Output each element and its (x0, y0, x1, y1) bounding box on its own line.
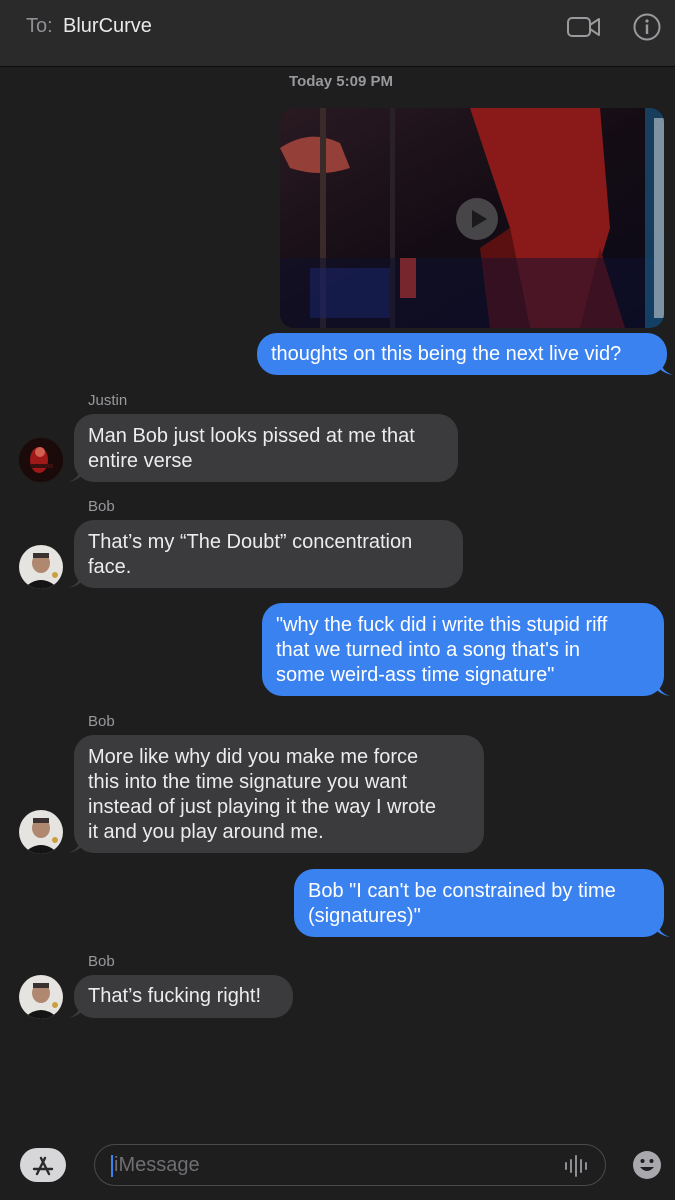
sender-name: Bob (88, 953, 115, 970)
conversation-header: To: BlurCurve (0, 0, 675, 67)
message-input[interactable]: iMessage (94, 1144, 606, 1186)
bubble-tail (652, 682, 670, 696)
info-icon[interactable] (632, 12, 662, 47)
message-bubble[interactable]: More like why did you make me force this… (68, 735, 484, 853)
avatar[interactable] (19, 545, 63, 589)
to-label: To: (26, 15, 53, 37)
avatar[interactable] (19, 810, 63, 854)
emoji-icon[interactable] (632, 1150, 662, 1185)
play-icon (472, 210, 487, 228)
avatar-image (19, 810, 63, 854)
message-text: More like why did you make me force (88, 746, 419, 768)
message-text: Man Bob just looks pissed at me that (88, 425, 415, 447)
message-timestamp: Today 5:09 PM (289, 73, 393, 90)
avatar[interactable] (19, 975, 63, 1019)
message-text: (signatures)" (308, 905, 421, 927)
video-camera-icon[interactable] (566, 13, 602, 46)
message-text: instead of just playing it the way I wro… (88, 796, 436, 818)
bubble-tail (68, 574, 86, 588)
message-bubble[interactable]: That’s fucking right! (68, 975, 293, 1018)
avatar-image (19, 975, 63, 1019)
app-store-button[interactable] (20, 1148, 66, 1182)
video-attachment[interactable] (280, 108, 664, 328)
text-cursor (111, 1155, 113, 1177)
message-text: this into the time signature you want (88, 771, 408, 793)
message-bubble[interactable]: That’s my “The Doubt” concentration face… (68, 520, 463, 588)
message-bubble[interactable]: thoughts on this being the next live vid… (257, 333, 673, 375)
message-bubble[interactable]: Man Bob just looks pissed at me that ent… (68, 414, 458, 482)
avatar-image (19, 545, 63, 589)
message-text: face. (88, 556, 132, 578)
app-store-icon (32, 1156, 54, 1176)
bubble-tail (655, 361, 673, 375)
recipient-name[interactable]: BlurCurve (63, 15, 152, 38)
message-text: entire verse (88, 450, 193, 472)
message-text: it and you play around me. (88, 821, 324, 843)
message-text: thoughts on this being the next live vid… (271, 343, 622, 365)
bubble-tail (68, 1004, 86, 1018)
input-placeholder: iMessage (114, 1154, 200, 1176)
audio-waveform-icon[interactable] (563, 1155, 589, 1182)
avatar[interactable] (19, 438, 63, 482)
message-text: that we turned into a song that's in (276, 639, 581, 661)
bubble-tail (68, 839, 86, 853)
message-text: "why the fuck did i write this stupid ri… (276, 614, 608, 636)
avatar-image (19, 438, 63, 482)
sender-name: Bob (88, 713, 115, 730)
message-text: Bob "I can't be constrained by time (308, 880, 616, 902)
message-bubble[interactable]: "why the fuck did i write this stupid ri… (262, 603, 670, 696)
message-text: That’s fucking right! (88, 985, 262, 1007)
bubble-tail (652, 923, 670, 937)
sender-name: Bob (88, 498, 115, 515)
bubble-tail (68, 468, 86, 482)
play-button[interactable] (456, 198, 498, 240)
message-text: That’s my “The Doubt” concentration (88, 531, 413, 553)
sender-name: Justin (88, 392, 128, 409)
message-bubble[interactable]: Bob "I can't be constrained by time (sig… (294, 869, 670, 937)
message-text: some weird-ass time signature" (276, 664, 555, 686)
